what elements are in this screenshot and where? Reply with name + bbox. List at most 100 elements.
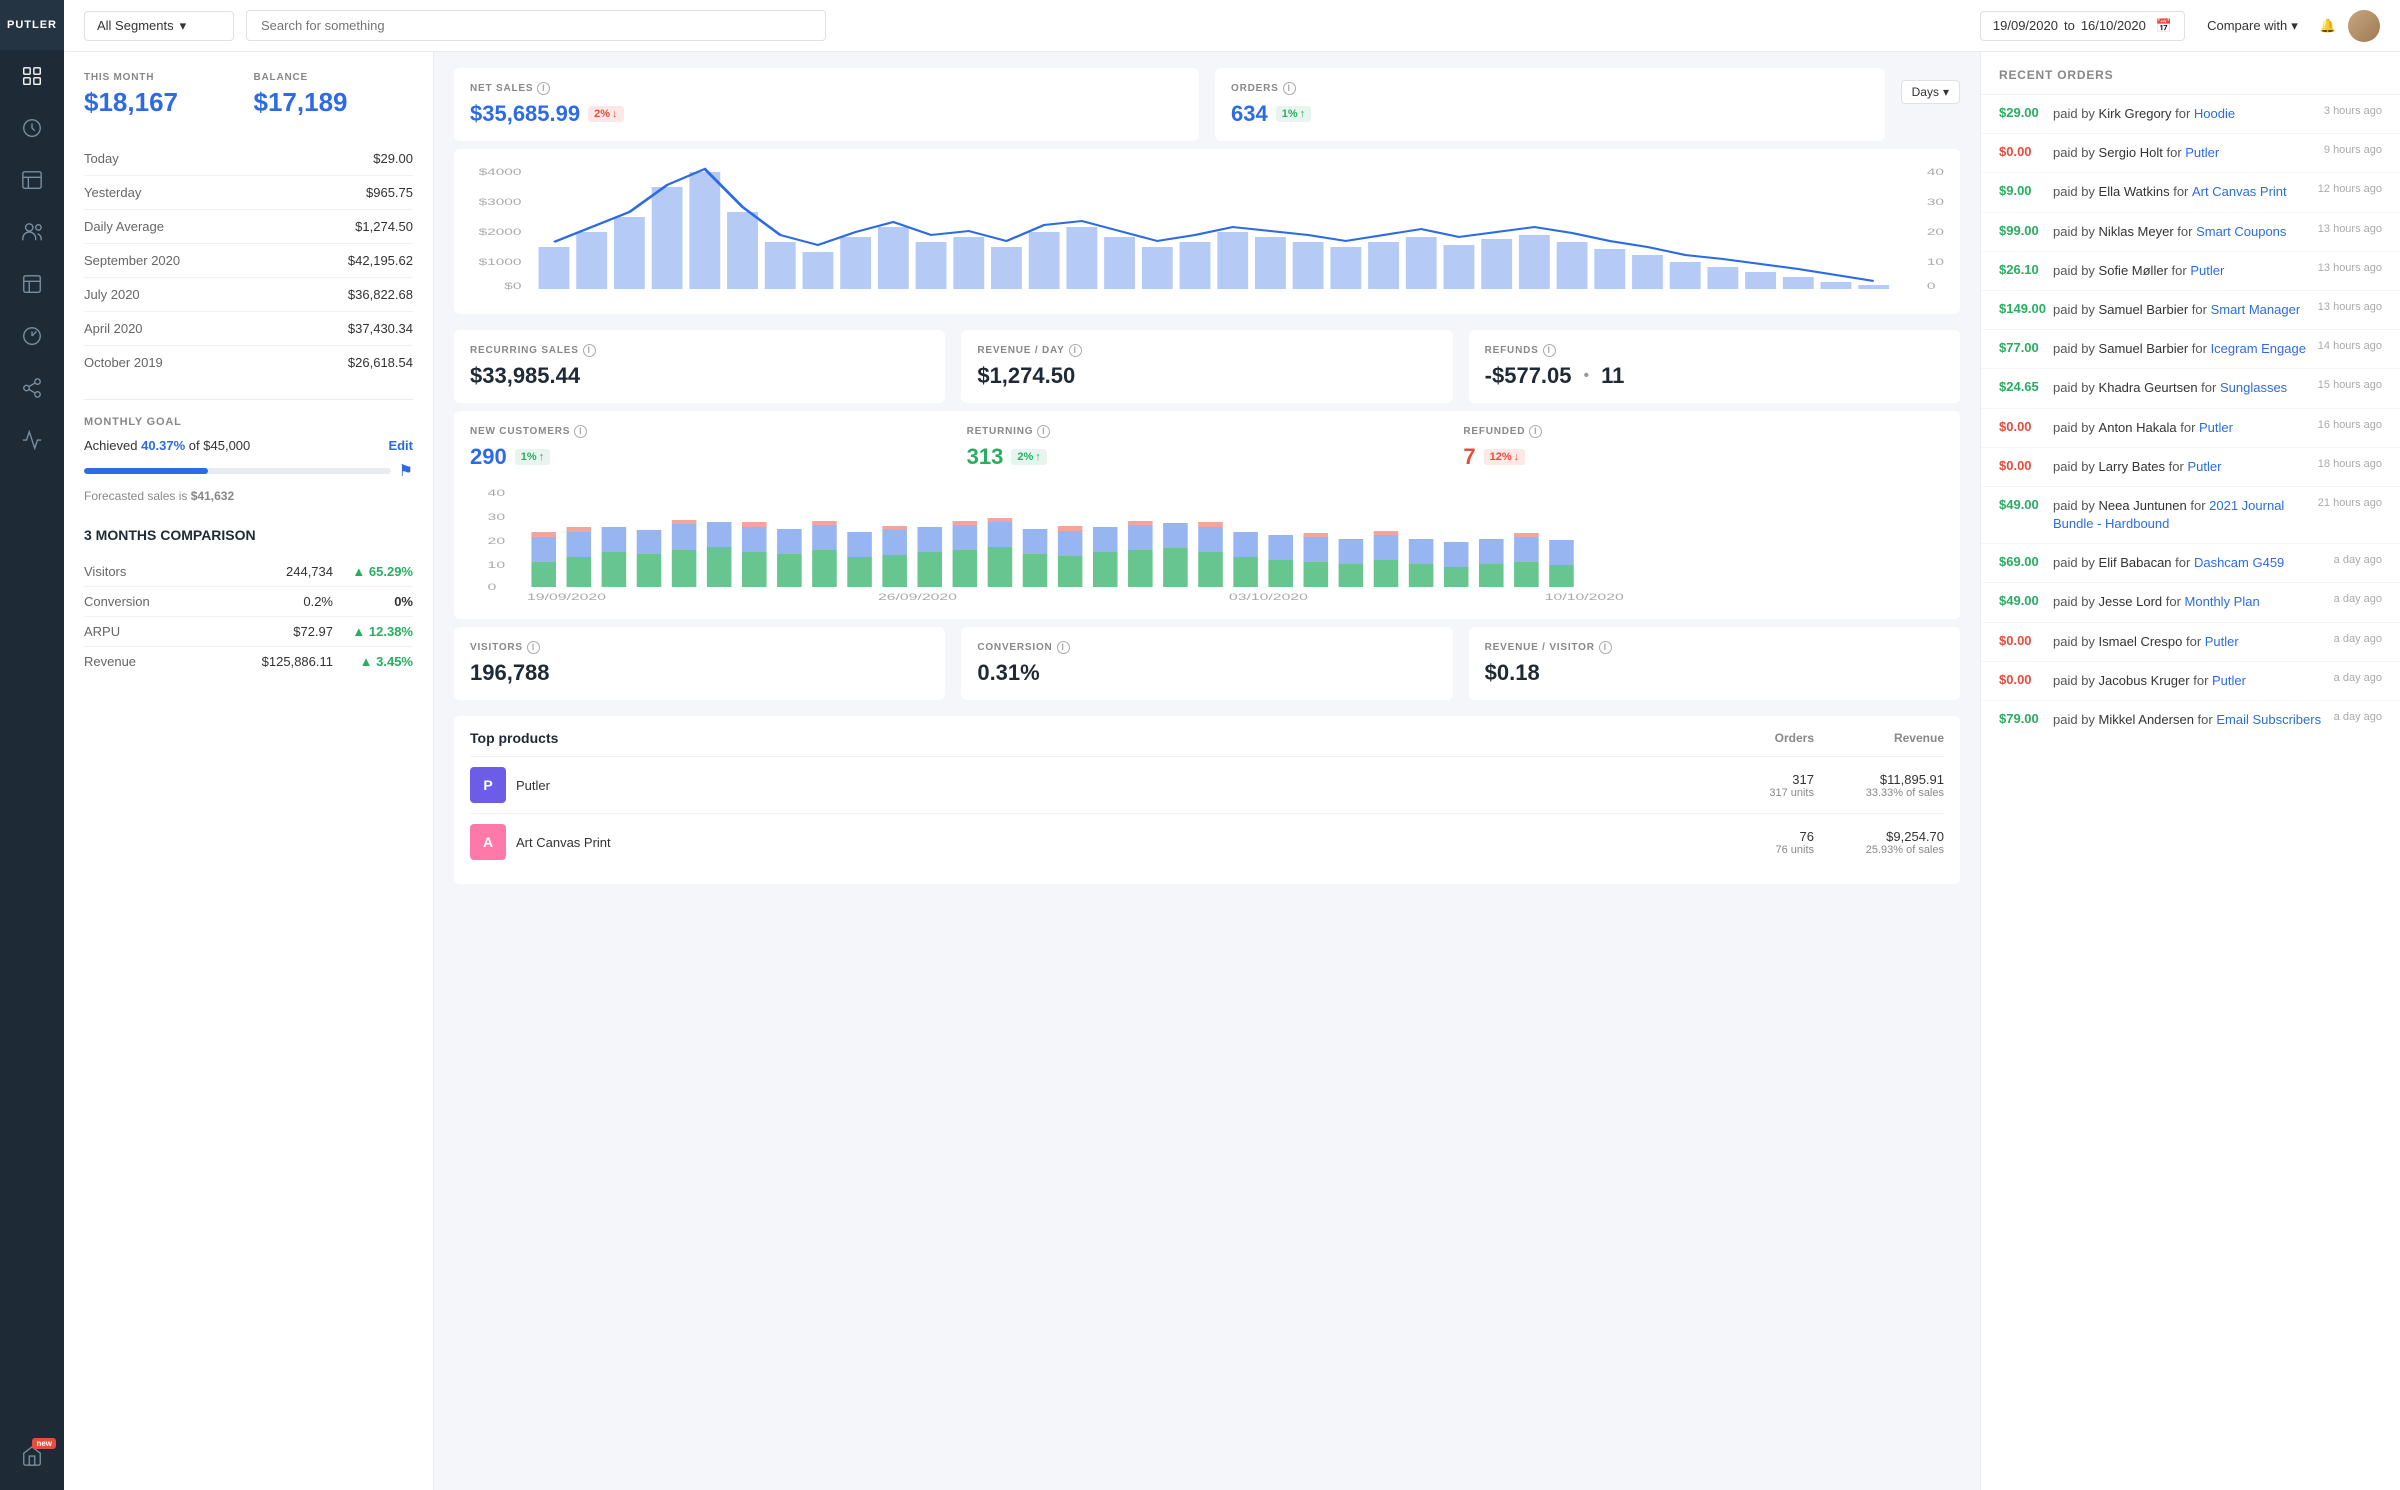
goal-edit-button[interactable]: Edit bbox=[388, 438, 413, 453]
new-badge: new bbox=[32, 1438, 56, 1449]
order-product[interactable]: Putler bbox=[2185, 145, 2219, 160]
refunds-card: REFUNDS i -$577.05 • 11 bbox=[1469, 330, 1960, 403]
comp-change: ▲ 3.45% bbox=[333, 654, 413, 669]
date-range-picker[interactable]: 19/09/2020 to 16/10/2020 📅 bbox=[1980, 11, 2185, 41]
refunds-info-icon[interactable]: i bbox=[1543, 344, 1556, 357]
returning-info[interactable]: i bbox=[1037, 425, 1050, 438]
svg-text:$2000: $2000 bbox=[479, 227, 522, 237]
order-product[interactable]: Putler bbox=[2205, 634, 2239, 649]
order-amount: $49.00 bbox=[1999, 593, 2049, 608]
list-item: $77.00 paid by Samuel Barbier for Icegra… bbox=[1981, 330, 2400, 369]
stats-header: THIS MONTH $18,167 BALANCE $17,189 bbox=[84, 72, 413, 118]
sidebar-item-products[interactable] bbox=[0, 154, 64, 206]
order-description: paid by Samuel Barbier for Icegram Engag… bbox=[2053, 340, 2310, 358]
sidebar-item-reports[interactable] bbox=[0, 258, 64, 310]
order-time: 18 hours ago bbox=[2318, 458, 2382, 470]
visitors-info[interactable]: i bbox=[527, 641, 540, 654]
user-avatar[interactable] bbox=[2348, 10, 2380, 42]
refunds-label: REFUNDS i bbox=[1485, 344, 1944, 357]
this-month-block: THIS MONTH $18,167 bbox=[84, 72, 244, 118]
search-input[interactable] bbox=[246, 10, 826, 41]
sidebar-item-chart[interactable] bbox=[0, 414, 64, 466]
recent-orders-panel: RECENT ORDERS $29.00 paid by Kirk Gregor… bbox=[1980, 52, 2400, 1490]
order-time: 13 hours ago bbox=[2318, 262, 2382, 274]
stat-row: April 2020$37,430.34 bbox=[84, 312, 413, 346]
order-product[interactable]: Smart Coupons bbox=[2196, 224, 2286, 239]
content-area: THIS MONTH $18,167 BALANCE $17,189 Today… bbox=[64, 52, 2400, 1490]
compare-with-button[interactable]: Compare with ▾ bbox=[2197, 12, 2308, 40]
sidebar-item-dashboard[interactable] bbox=[0, 50, 64, 102]
days-button[interactable]: Days ▾ bbox=[1901, 80, 1960, 104]
svg-text:19/09/2020: 19/09/2020 bbox=[527, 592, 606, 602]
sidebar-item-store[interactable]: new bbox=[0, 1430, 64, 1482]
comparison-title: 3 MONTHS COMPARISON bbox=[84, 527, 413, 543]
stat-row-value: $965.75 bbox=[366, 185, 413, 200]
product-revenue: $11,895.91 33.33% of sales bbox=[1814, 772, 1944, 799]
recurring-sales-card: RECURRING SALES i $33,985.44 bbox=[454, 330, 945, 403]
recent-orders-title: RECENT ORDERS bbox=[1981, 52, 2400, 95]
returning-value: 313 bbox=[967, 444, 1004, 470]
order-product[interactable]: Email Subscribers bbox=[2216, 712, 2321, 727]
order-amount: $99.00 bbox=[1999, 223, 2049, 238]
products-orders-col: Orders bbox=[1714, 731, 1814, 745]
svg-text:20: 20 bbox=[488, 536, 506, 547]
new-customers-badge: 1% ↑ bbox=[515, 449, 550, 465]
revenue-day-label: REVENUE / DAY i bbox=[977, 344, 1436, 357]
conversion-info[interactable]: i bbox=[1057, 641, 1070, 654]
comp-change: 0% bbox=[333, 594, 413, 609]
order-amount: $0.00 bbox=[1999, 419, 2049, 434]
order-product[interactable]: Sunglasses bbox=[2220, 380, 2287, 395]
svg-text:30: 30 bbox=[1927, 197, 1944, 207]
revenue-day-info-icon[interactable]: i bbox=[1069, 344, 1082, 357]
order-buyer: Jesse Lord bbox=[2099, 594, 2163, 609]
net-sales-info-icon[interactable]: i bbox=[537, 82, 550, 95]
sidebar-item-analytics[interactable] bbox=[0, 310, 64, 362]
visitors-row: VISITORS i 196,788 CONVERSION i 0.31% RE… bbox=[454, 627, 1960, 700]
order-description: paid by Anton Hakala for Putler bbox=[2053, 419, 2310, 437]
list-item: $99.00 paid by Niklas Meyer for Smart Co… bbox=[1981, 213, 2400, 252]
customers-section: NEW CUSTOMERS i 290 1% ↑ RETURNING i bbox=[454, 411, 1960, 619]
order-product[interactable]: Putler bbox=[2187, 459, 2221, 474]
order-product[interactable]: Art Canvas Print bbox=[2192, 184, 2287, 199]
refunded-info[interactable]: i bbox=[1529, 425, 1542, 438]
order-time: 14 hours ago bbox=[2318, 340, 2382, 352]
order-product[interactable]: Putler bbox=[2190, 263, 2224, 278]
recurring-info-icon[interactable]: i bbox=[583, 344, 596, 357]
order-product[interactable]: Smart Manager bbox=[2211, 302, 2301, 317]
sidebar-item-affiliates[interactable] bbox=[0, 362, 64, 414]
comp-label: ARPU bbox=[84, 624, 243, 639]
new-customers-info[interactable]: i bbox=[574, 425, 587, 438]
order-amount: $149.00 bbox=[1999, 301, 2049, 316]
rev-visitor-card: REVENUE / VISITOR i $0.18 bbox=[1469, 627, 1960, 700]
order-description: paid by Kirk Gregory for Hoodie bbox=[2053, 105, 2316, 123]
rev-visitor-info[interactable]: i bbox=[1599, 641, 1612, 654]
visitors-value: 196,788 bbox=[470, 660, 929, 686]
comp-label: Visitors bbox=[84, 564, 243, 579]
sidebar-item-customers[interactable] bbox=[0, 206, 64, 258]
recurring-value: $33,985.44 bbox=[470, 363, 929, 389]
order-buyer: Samuel Barbier bbox=[2099, 302, 2189, 317]
date-separator: to bbox=[2064, 18, 2075, 33]
order-product[interactable]: Putler bbox=[2199, 420, 2233, 435]
balance-block: BALANCE $17,189 bbox=[254, 72, 414, 118]
order-product[interactable]: Dashcam G459 bbox=[2194, 555, 2284, 570]
order-amount: $0.00 bbox=[1999, 144, 2049, 159]
products-list: P Putler 317 317 units $11,895.91 33.33%… bbox=[470, 757, 1944, 870]
order-buyer: Samuel Barbier bbox=[2099, 341, 2189, 356]
order-product[interactable]: Hoodie bbox=[2194, 106, 2235, 121]
sidebar-item-sales[interactable] bbox=[0, 102, 64, 154]
stat-row-value: $26,618.54 bbox=[348, 355, 413, 370]
list-item: $0.00 paid by Ismael Crespo for Putler a… bbox=[1981, 623, 2400, 662]
table-row: A Art Canvas Print 76 76 units $9,254.70… bbox=[470, 814, 1944, 870]
customers-chart-svg: 40 30 20 10 0 bbox=[470, 482, 1944, 602]
order-product[interactable]: Putler bbox=[2212, 673, 2246, 688]
order-description: paid by Jesse Lord for Monthly Plan bbox=[2053, 593, 2326, 611]
orders-info-icon[interactable]: i bbox=[1283, 82, 1296, 95]
segment-dropdown[interactable]: All Segments ▾ bbox=[84, 11, 234, 41]
order-product[interactable]: Icegram Engage bbox=[2211, 341, 2306, 356]
order-product[interactable]: Monthly Plan bbox=[2185, 594, 2260, 609]
notifications-bell[interactable]: 🔔 bbox=[2320, 18, 2336, 34]
order-buyer: Larry Bates bbox=[2099, 459, 2165, 474]
svg-text:0: 0 bbox=[488, 582, 497, 593]
order-buyer: Anton Hakala bbox=[2099, 420, 2177, 435]
